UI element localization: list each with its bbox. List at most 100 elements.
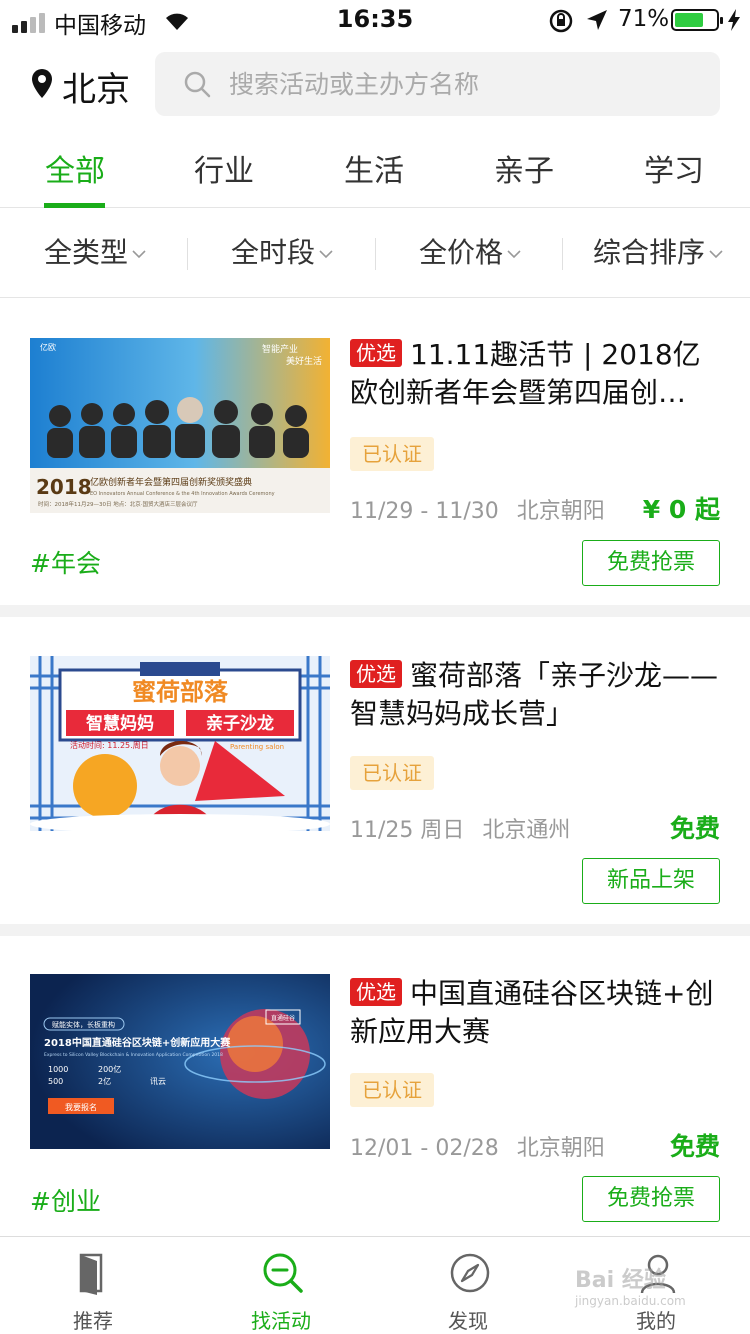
door-icon [79,1253,103,1295]
poster-stat: 1000 [48,1065,68,1074]
poster-cta: 我要报名 [65,1102,97,1112]
poster-english: Parenting salon [230,743,284,751]
card-separator [0,605,750,617]
chevron-down-icon [132,250,146,259]
event-card[interactable]: 赋能实体，长板重构 2018中国直通硅谷区块链+创新应用大赛 Express t… [0,936,750,1236]
event-price: ¥ 0 起 [642,495,720,524]
poster-badge: 直通硅谷 [271,1014,295,1022]
category-tabs: 全部 行业 生活 亲子 学习 [0,130,750,208]
tabbar-discover[interactable]: 发现 [408,1237,528,1334]
event-card[interactable]: 亿欧 智能产业 美好生活 2018 亿欧创新者年会暨第四届创新奖颁奖盛典 EO … [0,298,750,605]
filter-time-label: 全时段 [231,236,316,269]
filter-type[interactable]: 全类型 [44,208,146,298]
tab-parent-child[interactable]: 亲子 [464,146,584,190]
verified-badge: 已认证 [350,1073,434,1107]
tab-industry[interactable]: 行业 [164,146,284,190]
filter-sort[interactable]: 综合排序 [593,208,723,298]
filter-bar: 全类型 全时段 全价格 综合排序 [0,208,750,298]
watermark-text: Bai 经验 [575,1268,666,1293]
event-price: 免费 [669,1132,720,1161]
event-thumbnail[interactable]: 赋能实体，长板重构 2018中国直通硅谷区块链+创新应用大赛 Express t… [30,974,330,1149]
location-arrow-icon [587,10,607,30]
location-pin-icon[interactable] [30,68,54,100]
event-title[interactable]: 优选 11.11趣活节 | 2018亿欧创新者年会暨第四届创… [350,336,725,412]
poster-slogan: 美好生活 [286,355,322,367]
filter-time[interactable]: 全时段 [231,208,333,298]
tabbar-label: 推荐 [73,1309,113,1333]
featured-badge: 优选 [350,339,402,367]
poster-left-title: 智慧妈妈 [86,713,154,734]
poster-headline: 2018中国直通硅谷区块链+创新应用大赛 [44,1036,231,1049]
search-bar[interactable] [155,52,720,116]
event-card[interactable]: 蜜荷部落 智慧妈妈 亲子沙龙 活动时间: 11.25.周日 Parenting … [0,617,750,924]
event-location: 北京朝阳 [516,499,605,524]
featured-badge: 优选 [350,660,402,688]
tabbar-recommend[interactable]: 推荐 [33,1237,153,1334]
featured-badge: 优选 [350,978,402,1006]
tabbar-label: 我的 [636,1309,676,1333]
battery-percent: 71% [618,6,670,32]
tab-learning[interactable]: 学习 [614,146,734,190]
search-input[interactable] [229,52,699,116]
filter-price-label: 全价格 [419,236,504,269]
event-title-text: 11.11趣活节 | 2018亿欧创新者年会暨第四届创… [350,338,701,409]
filter-price[interactable]: 全价格 [419,208,521,298]
city-selector[interactable]: 北京 [62,62,130,111]
event-price: 免费 [669,814,720,843]
event-hashtag[interactable]: #年会 [30,544,101,580]
charging-bolt-icon [728,9,740,31]
poster-stat: 2亿 [98,1076,111,1086]
poster-year: 2018 [36,475,92,499]
poster-time: 活动时间: 11.25.周日 [70,740,149,750]
event-date: 11/25 周日 [350,818,465,843]
new-arrival-button[interactable]: 新品上架 [582,858,720,904]
poster-subtitle: Express to Silicon Valley Blockchain & I… [44,1052,223,1058]
card-separator [0,924,750,936]
verified-badge: 已认证 [350,437,434,471]
event-date: 12/01 - 02/28 [350,1136,499,1161]
poster-stat: 讯云 [150,1077,166,1086]
event-title[interactable]: 优选 中国直通硅谷区块链+创新应用大赛 [350,975,725,1051]
get-ticket-button[interactable]: 免费抢票 [582,540,720,586]
event-poster-image: 亿欧 智能产业 美好生活 2018 亿欧创新者年会暨第四届创新奖颁奖盛典 EO … [30,338,330,513]
poster-right-title: 亲子沙龙 [206,713,274,734]
event-location: 北京通州 [482,818,571,843]
event-hashtag[interactable]: #创业 [30,1182,101,1218]
search-events-icon [263,1253,303,1293]
filter-type-label: 全类型 [44,236,129,269]
poster-headline: 亿欧创新者年会暨第四届创新奖颁奖盛典 [90,476,252,488]
event-poster-image: 赋能实体，长板重构 2018中国直通硅谷区块链+创新应用大赛 Express t… [30,974,330,1149]
poster-info: 时间：2018年11月29—30日 地点：北京·国贸大酒店三层会议厅 [38,500,198,508]
event-title[interactable]: 优选 蜜荷部落「亲子沙龙——智慧妈妈成长营」 [350,657,725,733]
poster-subtitle: EO Innovators Annual Conference & the 4t… [90,491,275,497]
poster-stat: 200亿 [98,1064,121,1074]
event-thumbnail[interactable]: 亿欧 智能产业 美好生活 2018 亿欧创新者年会暨第四届创新奖颁奖盛典 EO … [30,338,330,513]
poster-tag: 赋能实体，长板重构 [52,1020,115,1029]
divider [187,238,188,270]
chevron-down-icon [709,250,723,259]
search-icon [184,71,211,98]
event-location: 北京朝阳 [516,1136,605,1161]
tabbar-label: 发现 [448,1309,488,1333]
event-title-text: 中国直通硅谷区块链+创新应用大赛 [350,977,714,1048]
tab-all[interactable]: 全部 [15,146,135,190]
tabbar-find-events[interactable]: 找活动 [221,1237,341,1334]
tab-life[interactable]: 生活 [314,146,434,190]
header: 北京 [0,52,750,116]
status-bar: 中国移动 16:35 71% [0,0,750,40]
watermark-url: jingyan.baidu.com [575,1294,686,1308]
event-meta: 11/29 - 11/30 北京朝阳 [350,493,605,525]
event-meta: 12/01 - 02/28 北京朝阳 [350,1130,605,1162]
event-poster-image: 蜜荷部落 智慧妈妈 亲子沙龙 活动时间: 11.25.周日 Parenting … [30,656,330,831]
event-meta: 11/25 周日 北京通州 [350,812,570,844]
divider [562,238,563,270]
get-ticket-button[interactable]: 免费抢票 [582,1176,720,1222]
poster-logo: 亿欧 [40,342,56,352]
event-thumbnail[interactable]: 蜜荷部落 智慧妈妈 亲子沙龙 活动时间: 11.25.周日 Parenting … [30,656,330,831]
battery-icon [671,9,723,31]
tabbar-label: 找活动 [251,1309,311,1333]
verified-badge: 已认证 [350,756,434,790]
event-date: 11/29 - 11/30 [350,499,499,524]
divider [375,238,376,270]
watermark: Bai 经验 jingyan.baidu.com [575,1262,686,1308]
